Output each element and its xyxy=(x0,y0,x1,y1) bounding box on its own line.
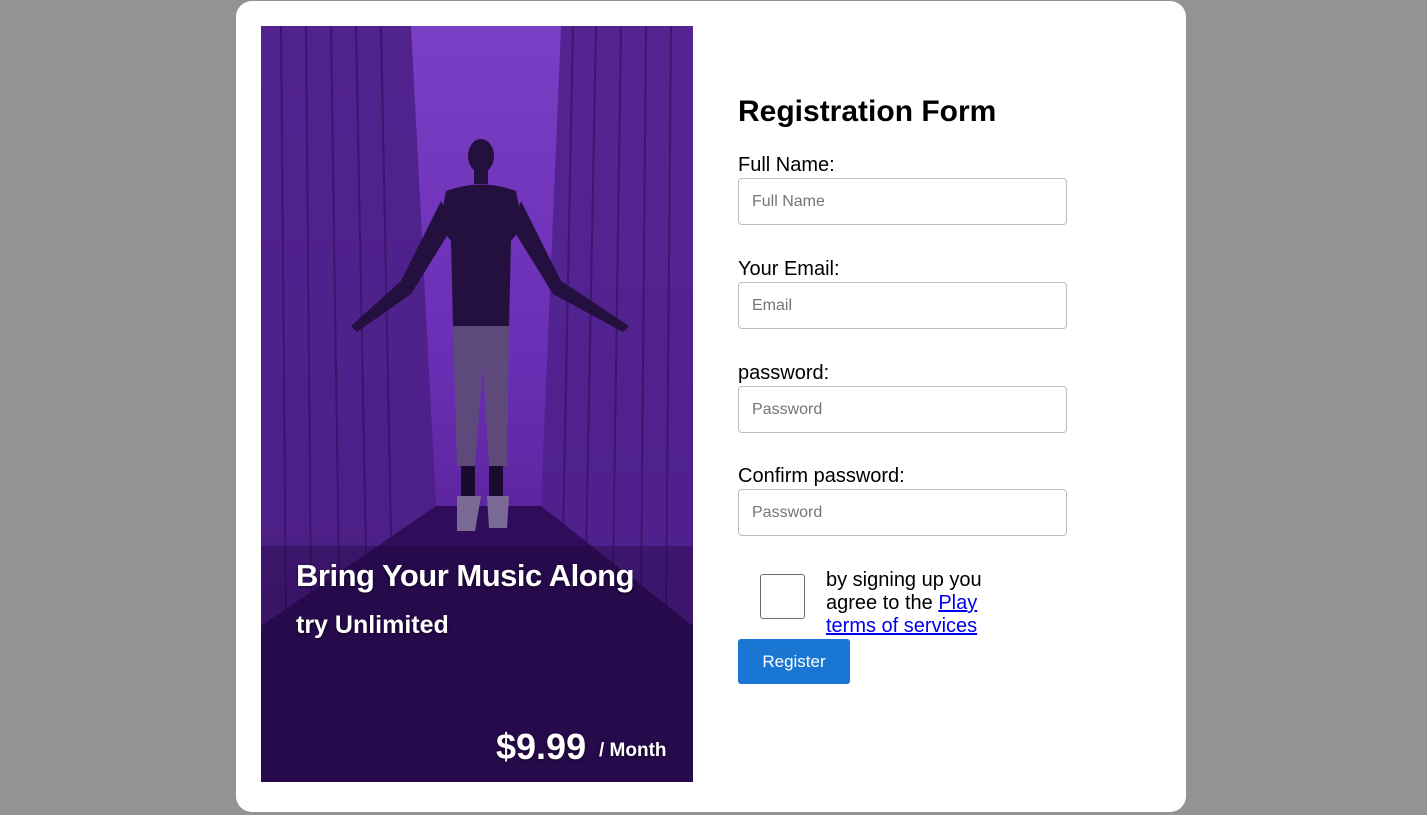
promo-subline: try Unlimited xyxy=(296,611,449,639)
full-name-input[interactable] xyxy=(738,178,1067,225)
confirm-password-input[interactable] xyxy=(738,489,1067,536)
promo-price: $9.99 xyxy=(496,726,587,767)
registration-card: Bring Your Music Along try Unlimited $9.… xyxy=(236,1,1186,812)
confirm-password-label: Confirm password: xyxy=(738,465,905,487)
full-name-label: Full Name: xyxy=(738,154,835,176)
promo-illustration xyxy=(261,26,693,782)
promo-period: / Month xyxy=(599,740,667,761)
password-input[interactable] xyxy=(738,386,1067,433)
promo-banner: Bring Your Music Along try Unlimited $9.… xyxy=(261,26,693,782)
email-label: Your Email: xyxy=(738,258,840,280)
terms-text: by signing up you agree to the Play term… xyxy=(826,569,996,638)
register-button[interactable]: Register xyxy=(738,639,850,684)
email-input[interactable] xyxy=(738,282,1067,329)
form-title: Registration Form xyxy=(738,95,997,128)
password-label: password: xyxy=(738,362,830,384)
terms-checkbox[interactable] xyxy=(760,574,805,619)
promo-headline: Bring Your Music Along xyxy=(296,558,635,593)
